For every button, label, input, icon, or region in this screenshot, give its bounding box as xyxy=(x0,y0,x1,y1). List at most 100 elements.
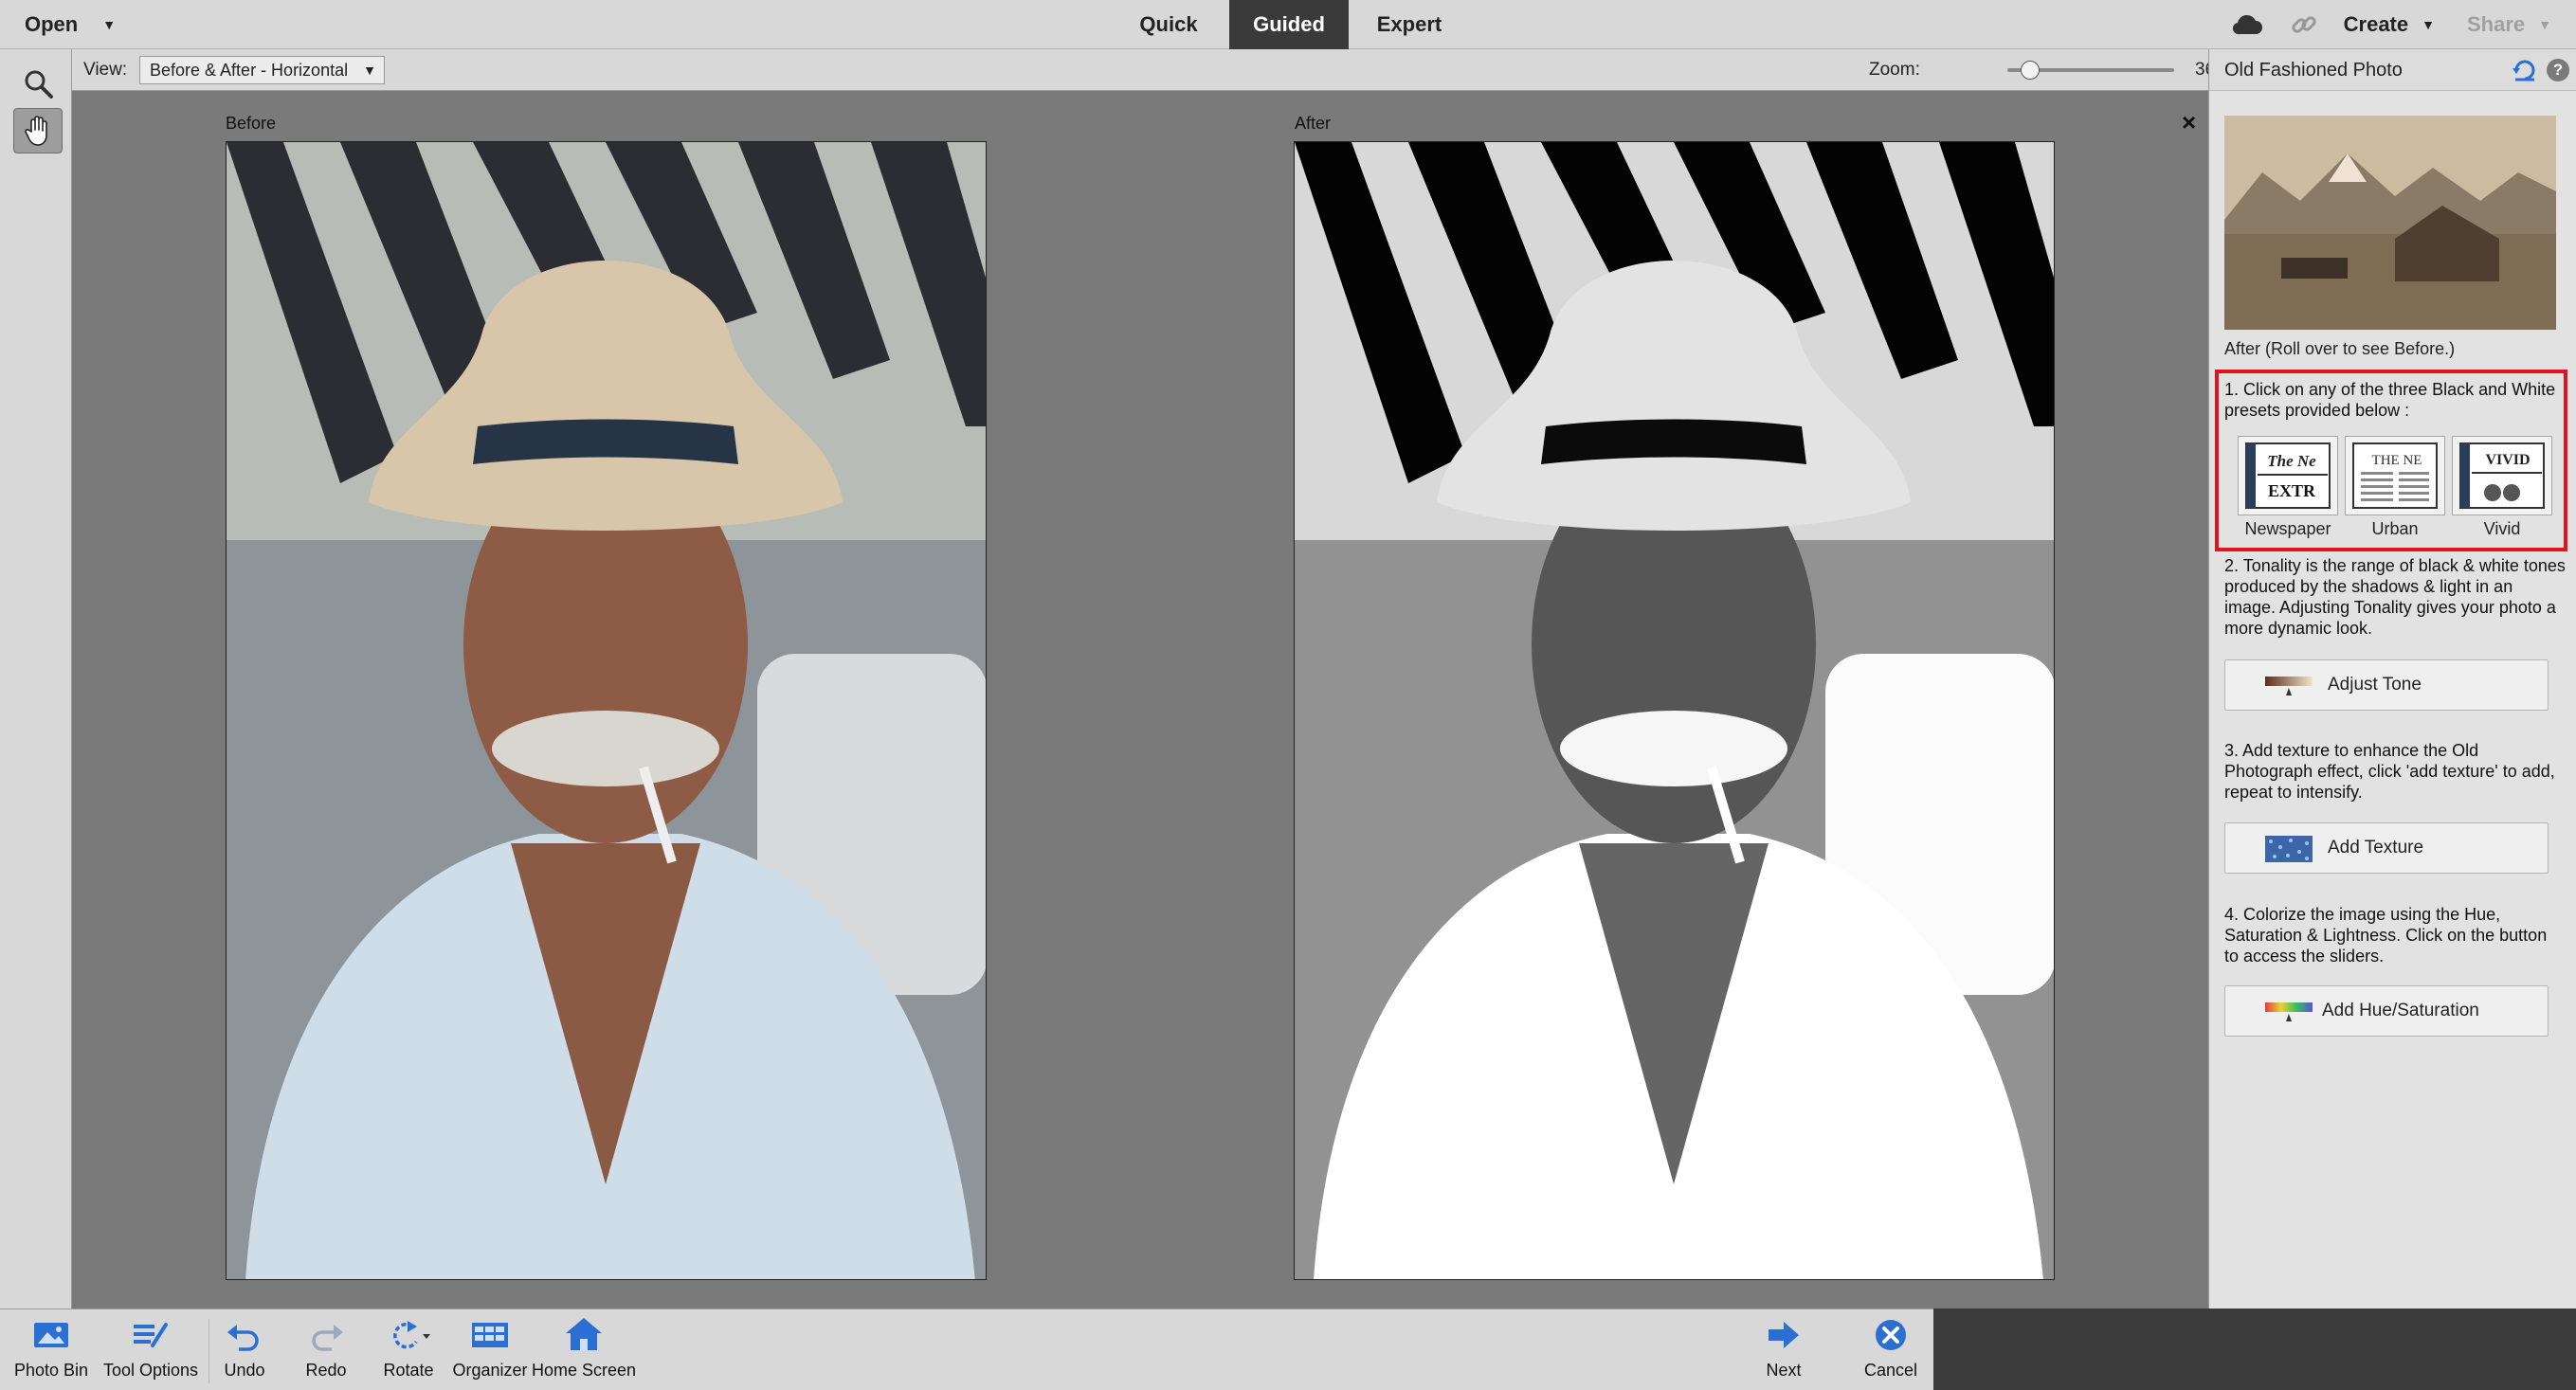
add-texture-button[interactable]: Add Texture xyxy=(2224,822,2549,874)
bottom-taskbar: Photo Bin Tool Options Undo Redo Rotate … xyxy=(0,1309,1933,1390)
photo-bin-label: Photo Bin xyxy=(13,1361,89,1380)
tab-expert[interactable]: Expert xyxy=(1349,0,1470,49)
chevron-down-icon: ▼ xyxy=(2538,17,2551,32)
share-menu[interactable]: Share ▼ xyxy=(2467,12,2551,37)
preset-thumb-text: VIVID xyxy=(2485,452,2530,468)
step3-instructions: 3. Add texture to enhance the Old Photog… xyxy=(2224,741,2555,802)
organizer-icon xyxy=(470,1309,510,1361)
rotate-button[interactable]: Rotate xyxy=(377,1309,440,1390)
preset-vivid[interactable]: VIVID Vivid xyxy=(2452,436,2552,539)
close-icon[interactable]: × xyxy=(2182,108,2196,137)
bottom-bar-filler xyxy=(1933,1309,2576,1390)
organizer-button[interactable]: Organizer xyxy=(451,1309,529,1390)
add-hue-saturation-button[interactable]: Add Hue/Saturation xyxy=(2224,985,2549,1037)
add-hue-label: Add Hue/Saturation xyxy=(2322,1001,2479,1020)
rotate-label: Rotate xyxy=(383,1361,434,1380)
top-menu-bar: Open ▼ Quick Guided Expert Create ▼ Shar… xyxy=(0,0,2576,49)
view-mode-value: Before & After - Horizontal xyxy=(150,61,349,80)
tool-options-label: Tool Options xyxy=(102,1361,199,1380)
newspaper-preset-thumbnail: The Ne EXTR xyxy=(2238,436,2338,515)
step2-instructions: 2. Tonality is the range of black & whit… xyxy=(2224,556,2566,638)
bw-presets: The Ne EXTR Newspaper THE NE Urban VIVID… xyxy=(2238,436,2552,539)
arrow-right-icon xyxy=(1765,1309,1803,1361)
redo-label: Redo xyxy=(305,1361,347,1380)
rotate-icon xyxy=(387,1309,430,1361)
tab-quick[interactable]: Quick xyxy=(1108,0,1229,49)
photo-bin-button[interactable]: Photo Bin xyxy=(9,1309,93,1390)
undo-label: Undo xyxy=(224,1361,265,1380)
view-options-bar: View: Before & After - Horizontal ▼ Zoom… xyxy=(72,49,2231,91)
preset-label: Vivid xyxy=(2483,519,2521,538)
tab-guided[interactable]: Guided xyxy=(1229,0,1349,49)
toolbox xyxy=(0,49,72,1309)
preset-thumb-text: EXTR xyxy=(2268,481,2316,500)
preset-urban[interactable]: THE NE Urban xyxy=(2345,436,2445,539)
create-menu[interactable]: Create ▼ xyxy=(2344,12,2435,37)
chevron-down-icon: ▼ xyxy=(2422,17,2435,32)
preset-label: Newspaper xyxy=(2244,519,2331,538)
redo-button[interactable]: Redo xyxy=(298,1309,354,1390)
open-menu[interactable]: Open ▼ xyxy=(25,0,116,49)
cancel-button[interactable]: Cancel xyxy=(1856,1309,1926,1390)
portrait-image xyxy=(227,142,986,1279)
link-icon[interactable] xyxy=(2276,0,2332,49)
hand-icon xyxy=(25,116,47,146)
cancel-icon xyxy=(1873,1309,1909,1361)
help-icon[interactable]: ? xyxy=(2547,59,2569,81)
zoom-slider-thumb[interactable] xyxy=(2021,61,2040,80)
photo-bin-icon xyxy=(32,1309,70,1361)
zoom-tool[interactable] xyxy=(13,61,63,106)
adjust-tone-button[interactable]: Adjust Tone xyxy=(2224,659,2549,711)
view-label: View: xyxy=(83,60,128,80)
panel-header: Old Fashioned Photo ? xyxy=(2209,49,2576,91)
before-label: Before xyxy=(226,114,277,133)
after-photo[interactable] xyxy=(1294,141,2055,1280)
panel-title: Old Fashioned Photo xyxy=(2224,60,2403,81)
tone-gradient-icon xyxy=(2265,673,2313,702)
urban-preset-thumbnail: THE NE xyxy=(2345,436,2445,515)
open-label: Open xyxy=(25,12,79,36)
top-right-controls: Create ▼ Share ▼ xyxy=(2219,0,2576,49)
texture-icon xyxy=(2265,836,2313,867)
image-canvas: Before After × xyxy=(72,91,2208,1309)
add-texture-label: Add Texture xyxy=(2328,838,2424,857)
preview-caption: After (Roll over to see Before.) xyxy=(2224,339,2456,358)
next-label: Next xyxy=(1766,1361,1802,1380)
mode-tabs: Quick Guided Expert xyxy=(1108,0,1470,49)
next-button[interactable]: Next xyxy=(1755,1309,1812,1390)
home-screen-label: Home Screen xyxy=(531,1361,637,1380)
home-screen-button[interactable]: Home Screen xyxy=(531,1309,637,1390)
preset-thumb-text: The Ne xyxy=(2267,452,2316,470)
step4-instructions: 4. Colorize the image using the Hue, Sat… xyxy=(2224,905,2548,966)
step1-instructions: 1. Click on any of the three Black and W… xyxy=(2224,380,2556,420)
share-label: Share xyxy=(2466,12,2526,36)
guided-edit-panel: Old Fashioned Photo ? After (Roll over t… xyxy=(2208,49,2576,1309)
organizer-label: Organizer xyxy=(452,1361,528,1380)
preset-newspaper[interactable]: The Ne EXTR Newspaper xyxy=(2238,436,2338,539)
sepia-barn-image xyxy=(2224,116,2556,330)
hue-gradient-icon xyxy=(2265,999,2313,1028)
preset-label: Urban xyxy=(2371,519,2419,538)
redo-icon xyxy=(307,1309,345,1361)
home-icon xyxy=(564,1309,604,1361)
adjust-tone-label: Adjust Tone xyxy=(2328,675,2422,695)
zoom-label: Zoom: xyxy=(1869,60,1920,80)
tool-options-button[interactable]: Tool Options xyxy=(99,1309,203,1390)
vivid-preset-thumbnail: VIVID xyxy=(2452,436,2552,515)
tool-options-icon xyxy=(132,1309,170,1361)
reset-icon[interactable] xyxy=(2513,59,2537,86)
after-label: After xyxy=(1295,114,1332,133)
preset-thumb-text: THE NE xyxy=(2372,453,2422,468)
chevron-down-icon: ▼ xyxy=(363,63,376,78)
undo-button[interactable]: Undo xyxy=(216,1309,273,1390)
magnifier-icon xyxy=(25,70,53,99)
chevron-down-icon: ▼ xyxy=(102,17,117,32)
cancel-label: Cancel xyxy=(1863,1361,1918,1380)
effect-preview-image[interactable] xyxy=(2224,116,2556,330)
cloud-icon[interactable] xyxy=(2219,0,2276,49)
before-photo[interactable] xyxy=(226,141,987,1280)
undo-icon xyxy=(226,1309,263,1361)
view-mode-select[interactable]: Before & After - Horizontal ▼ xyxy=(139,56,385,84)
portrait-image xyxy=(1295,142,2054,1279)
hand-tool[interactable] xyxy=(13,108,63,153)
